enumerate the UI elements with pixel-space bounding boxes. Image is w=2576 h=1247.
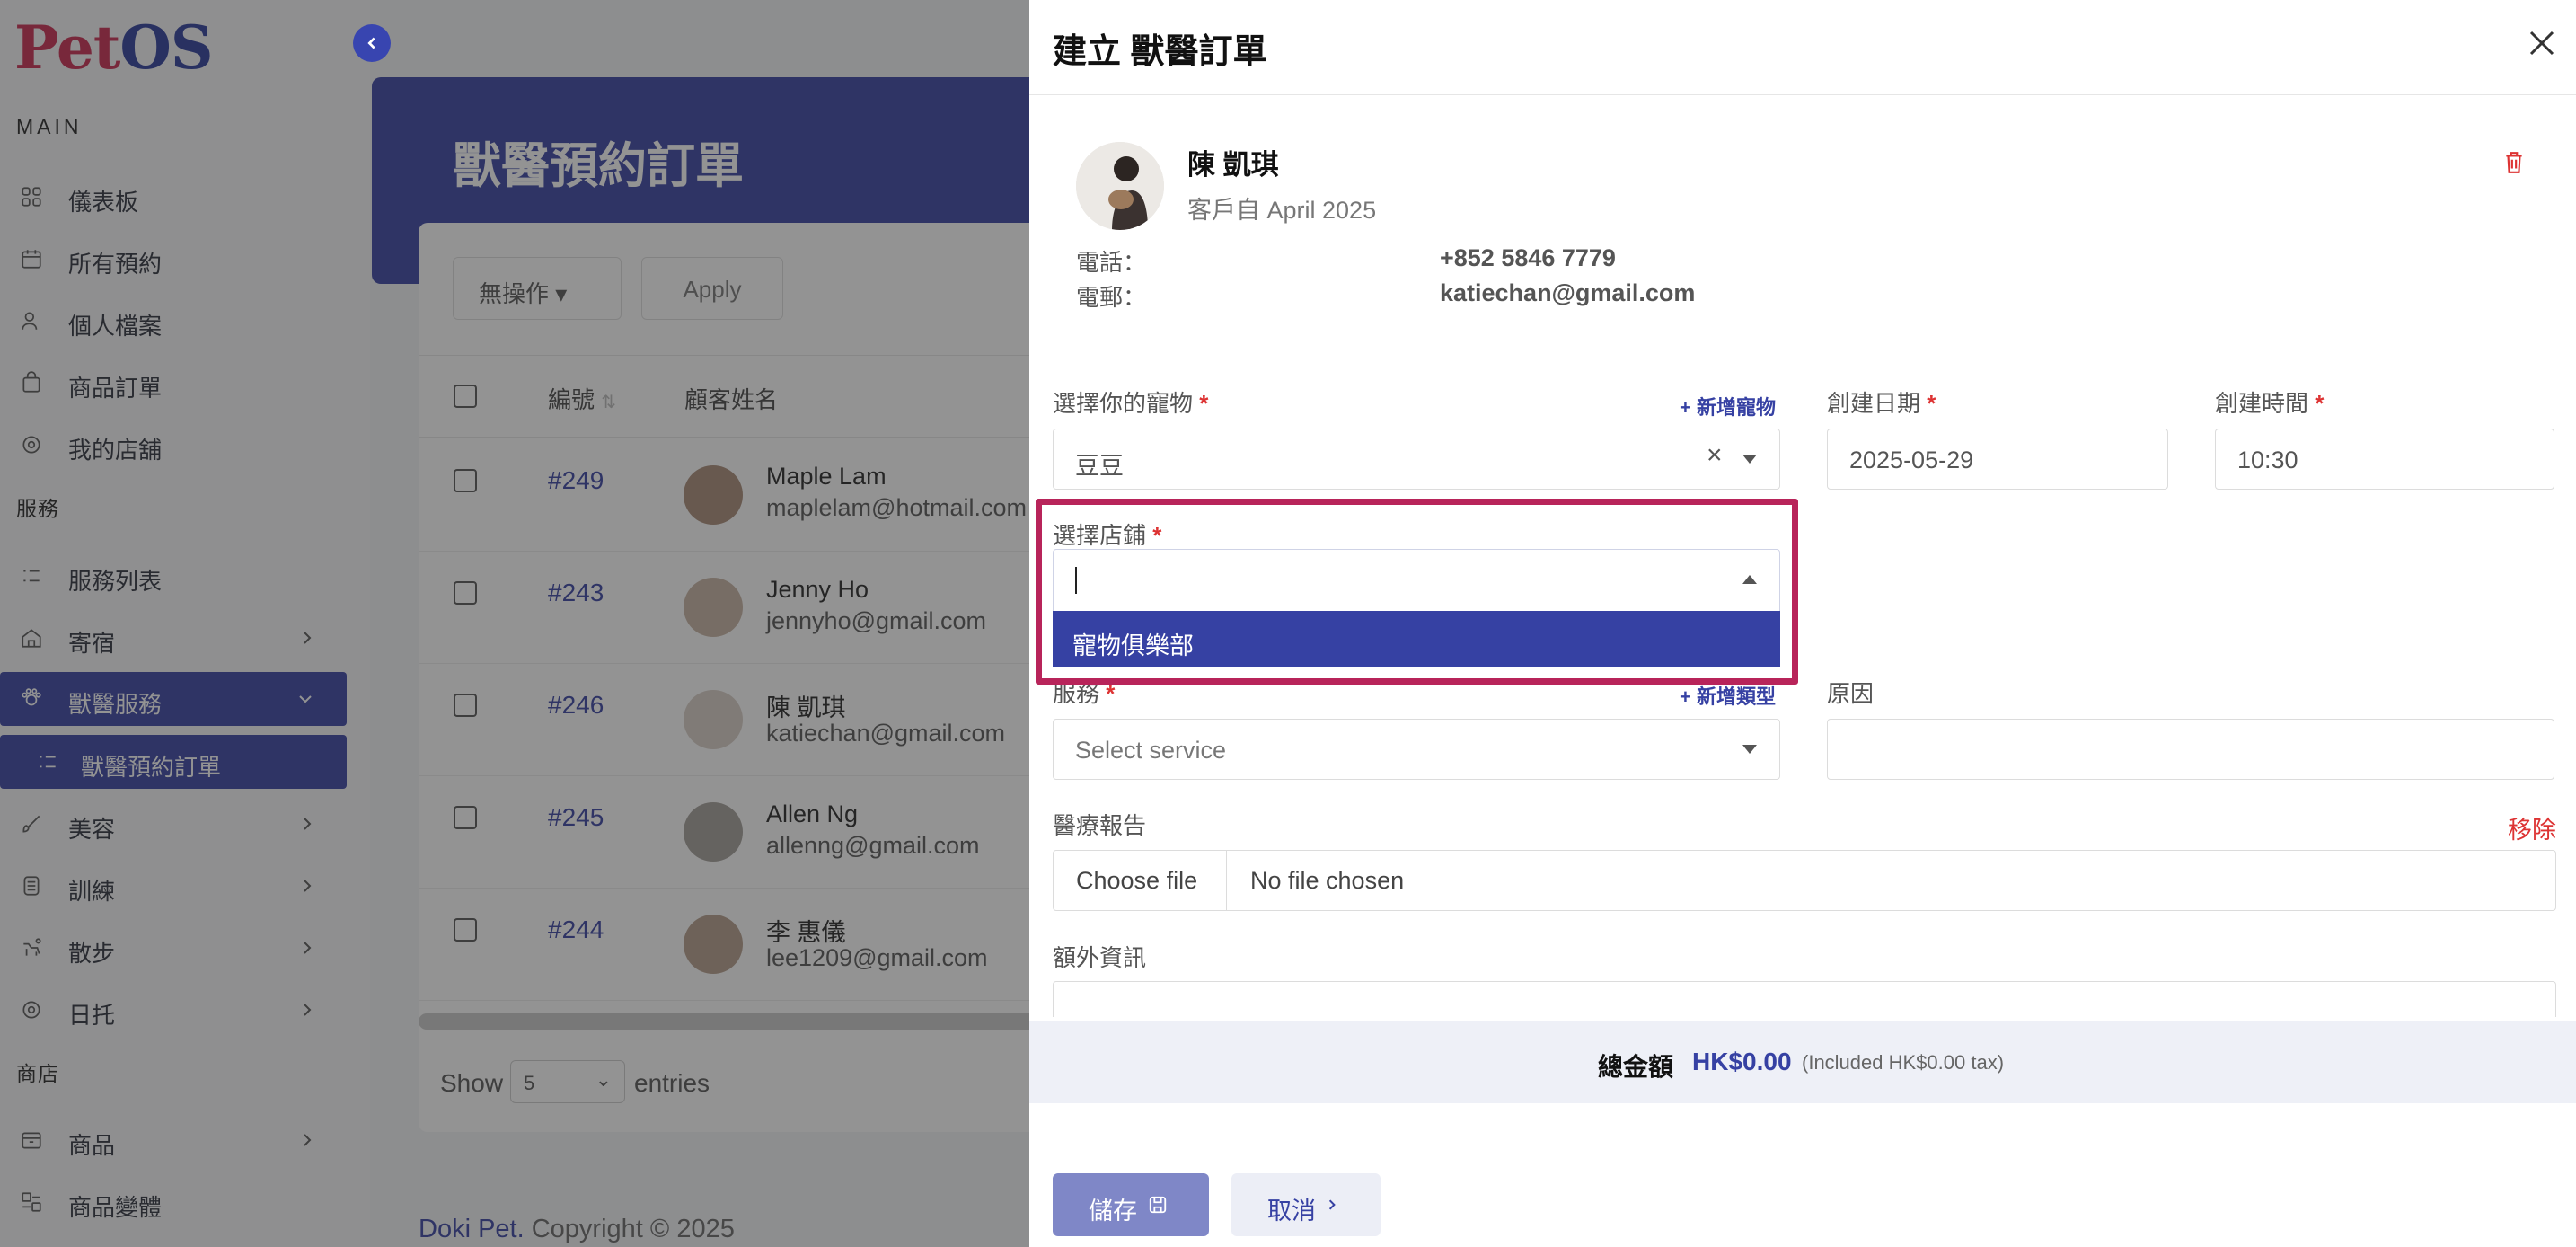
cancel-button[interactable]: 取消 bbox=[1231, 1173, 1381, 1236]
service-select[interactable]: Select service bbox=[1053, 719, 1780, 780]
remove-file-link[interactable]: 移除 bbox=[2508, 810, 2556, 845]
save-button[interactable]: 儲存 bbox=[1053, 1173, 1209, 1236]
chevron-left-icon bbox=[367, 37, 375, 49]
pet-label: 選擇你的寵物 * bbox=[1053, 390, 1209, 417]
add-pet-link[interactable]: + 新增寵物 bbox=[1680, 392, 1776, 420]
caret-down-icon bbox=[1742, 745, 1757, 754]
store-label: 選擇店鋪 * bbox=[1053, 522, 1162, 549]
add-type-link[interactable]: + 新增類型 bbox=[1680, 681, 1776, 710]
email-value: katiechan@gmail.com bbox=[1440, 279, 1696, 306]
text-cursor bbox=[1075, 567, 1077, 594]
date-label: 創建日期 * bbox=[1827, 390, 1936, 417]
choose-file-button[interactable]: Choose file bbox=[1053, 850, 1227, 911]
extra-info-textarea[interactable] bbox=[1053, 981, 2556, 1017]
customer-avatar bbox=[1076, 142, 1164, 230]
total-amount: HK$0.00 bbox=[1692, 1048, 1792, 1075]
pet-select[interactable]: 豆豆 bbox=[1053, 429, 1780, 490]
email-label: 電郵： bbox=[1076, 284, 1147, 311]
service-placeholder: Select service bbox=[1075, 737, 1227, 764]
phone-value: +852 5846 7779 bbox=[1440, 244, 1616, 271]
sidebar-toggle-button[interactable] bbox=[353, 24, 391, 62]
date-input[interactable]: 2025-05-29 bbox=[1827, 429, 2168, 490]
pet-select-value: 豆豆 bbox=[1075, 453, 1124, 480]
medical-report-label: 醫療報告 bbox=[1053, 812, 1147, 839]
close-icon[interactable] bbox=[2526, 27, 2558, 59]
save-icon bbox=[1149, 1196, 1167, 1214]
no-file-text: No file chosen bbox=[1250, 867, 1405, 894]
store-select-input[interactable] bbox=[1053, 549, 1780, 612]
extra-info-label: 額外資訊 bbox=[1053, 944, 1147, 971]
time-label: 創建時間 * bbox=[2215, 390, 2325, 417]
reason-input[interactable] bbox=[1827, 719, 2554, 780]
drawer-header: 建立 獸醫訂單 bbox=[1029, 0, 2576, 95]
chevron-right-icon bbox=[1328, 1199, 1336, 1210]
reason-label: 原因 bbox=[1827, 680, 1875, 707]
total-label: 總金額 bbox=[1598, 1053, 1674, 1081]
clear-icon[interactable]: × bbox=[1707, 440, 1723, 471]
store-option[interactable]: 寵物俱樂部 bbox=[1053, 611, 1780, 667]
caret-up-icon bbox=[1742, 575, 1757, 584]
customer-since: 客戶自 April 2025 bbox=[1187, 197, 1377, 224]
modal-backdrop[interactable] bbox=[0, 0, 1029, 1247]
trash-icon[interactable] bbox=[2504, 151, 2524, 174]
total-tax: (Included HK$0.00 tax) bbox=[1802, 1051, 2005, 1074]
customer-name: 陳 凱琪 bbox=[1187, 149, 1279, 181]
time-input[interactable]: 10:30 bbox=[2215, 429, 2554, 490]
caret-down-icon bbox=[1742, 455, 1757, 464]
drawer-title: 建立 獸醫訂單 bbox=[1053, 33, 1267, 71]
phone-label: 電話： bbox=[1076, 249, 1147, 276]
